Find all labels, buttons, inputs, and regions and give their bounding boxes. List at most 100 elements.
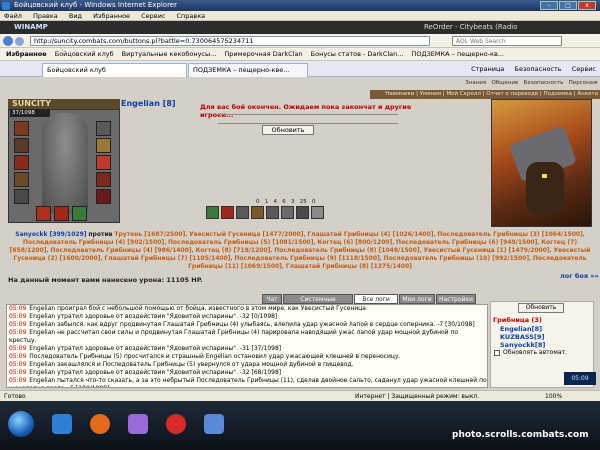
belt-slot[interactable] (14, 189, 29, 204)
action-icon[interactable] (311, 206, 324, 219)
enemy-name[interactable]: Когтец (6) [800/1200] (317, 239, 392, 246)
favorite-item[interactable]: Примерочная DarkClan (224, 48, 302, 61)
stat-value: 4 (273, 199, 278, 205)
link-scroll[interactable]: Мой Скролл (446, 91, 480, 97)
link-naemniki[interactable]: Наемники (385, 91, 414, 97)
helmet-slot[interactable] (14, 121, 29, 136)
menu-tools[interactable]: Сервис (141, 12, 165, 20)
start-button-icon[interactable] (8, 411, 34, 437)
app-taskbar-icon[interactable] (128, 414, 148, 434)
search-input[interactable]: AOL Web Search (452, 36, 562, 46)
security-menu[interactable]: Безопасность (515, 65, 562, 73)
tools-menu[interactable]: Сервис (572, 65, 596, 73)
log-text: Engelian забылся, как вдруг продвинутая … (29, 321, 475, 328)
tab-combats[interactable]: Бойцовский клуб (42, 63, 187, 77)
boots-slot[interactable] (96, 189, 111, 204)
action-icon[interactable] (296, 206, 309, 219)
link-obschenie[interactable]: Общение (491, 80, 518, 86)
favorite-item[interactable]: Бойцовский клуб (55, 48, 114, 61)
action-icon[interactable] (251, 206, 264, 219)
ring-slot[interactable] (96, 138, 111, 153)
fight-log-link[interactable]: лог боя »» (560, 272, 599, 280)
forward-icon[interactable] (15, 37, 24, 46)
log-text: Engelian пытался что-то сказать, а за эт… (9, 377, 487, 387)
log-text: Engelian закашлялся и Последователь Гриб… (29, 361, 354, 368)
earring-slot[interactable] (96, 121, 111, 136)
action-icon[interactable] (206, 206, 219, 219)
close-button[interactable]: x (578, 1, 596, 10)
tab-chat[interactable]: Чат (262, 294, 282, 304)
tab-podzemka[interactable]: ПОДЗЕМКА – пещерно-кве... (188, 63, 308, 77)
winamp-track: ReOrder - Citybeats (Radio (424, 23, 518, 31)
favorite-item[interactable]: Бонусы статов - DarkClan... (311, 48, 404, 61)
enemy-name[interactable]: Последователь Грибницы (5) [1081/1500] (168, 239, 313, 246)
enemy-name[interactable]: Последователь Грибницы (6) [949/1500] (396, 239, 537, 246)
armor-slot[interactable] (14, 172, 29, 187)
link-personazh[interactable]: Персонаж (569, 80, 598, 86)
favorites-button[interactable]: Избранное (6, 48, 47, 61)
minimize-button[interactable]: – (540, 1, 558, 10)
enemy-name[interactable]: Глашатай Грибницы (7) [1105/1400] (104, 255, 230, 262)
link-bezopasnost[interactable]: Безопасность (524, 80, 564, 86)
link-podzemka[interactable]: Подземка (544, 91, 572, 97)
back-icon[interactable] (3, 36, 13, 46)
menu-view[interactable]: Вид (69, 12, 82, 20)
item-slot[interactable] (54, 206, 69, 221)
character-silhouette (42, 113, 88, 213)
refresh-button[interactable]: Обновить (262, 125, 314, 135)
opera-taskbar-icon[interactable] (166, 414, 186, 434)
enemy-name[interactable]: Трутень [1687/2500] (114, 231, 185, 238)
enemy-name[interactable]: Когтец (8) [719/1200] (195, 247, 270, 254)
tab-settings[interactable]: Настройки (436, 294, 476, 304)
action-icon[interactable] (281, 206, 294, 219)
enemy-name[interactable]: Последователь Грибницы (3) [1064/1500] (437, 231, 582, 238)
creature-eye (542, 174, 547, 178)
firefox-taskbar-icon[interactable] (90, 414, 110, 434)
ie-taskbar-icon[interactable] (52, 414, 72, 434)
tab-system[interactable]: Системные сообщения (283, 294, 353, 313)
enemy-name[interactable]: Последователь Грибницы (9) [1118/1500] (234, 255, 379, 262)
group-member[interactable]: Sanyockk[8] (500, 341, 545, 349)
enemy-name[interactable]: Последователь Грибницы (4) [986/1400] (50, 247, 191, 254)
ally-name[interactable]: Sanyockk [399/1029] (15, 231, 86, 238)
amulet-slot[interactable] (14, 138, 29, 153)
gloves-slot[interactable] (96, 172, 111, 187)
group-member[interactable]: KUZBASS[9] (500, 333, 544, 341)
group-member[interactable]: Engelian[8] (500, 325, 542, 333)
checkbox-icon[interactable] (494, 349, 500, 356)
menu-file[interactable]: Файл (4, 12, 22, 20)
link-anketa[interactable]: Анкета (577, 91, 598, 97)
log-text: Engelian утратил здоровье от воздействия… (29, 369, 282, 376)
tab-my-logs[interactable]: Мои логи (399, 294, 435, 304)
item-slot[interactable] (36, 206, 51, 221)
action-icon[interactable] (266, 206, 279, 219)
weapon-slot[interactable] (14, 155, 29, 170)
enemy-name[interactable]: Последователь Грибницы (4) [902/1500] (23, 239, 164, 246)
page-menu[interactable]: Страница (471, 65, 504, 73)
menu-favorites[interactable]: Избранное (93, 12, 130, 20)
url-input[interactable]: http://suncity.combats.com/buttons.pl?ba… (30, 36, 430, 46)
item-slot[interactable] (72, 206, 87, 221)
player-name[interactable]: Engelian [8] (121, 99, 176, 109)
action-icon[interactable] (236, 206, 249, 219)
menu-help[interactable]: Справка (177, 12, 206, 20)
group-refresh-button[interactable]: Обновить (518, 303, 564, 313)
favorite-item[interactable]: ПОДЗЕМКА – пещерно-кв... (412, 48, 504, 61)
auto-update-toggle[interactable]: Обновлять автомат. (494, 349, 567, 357)
enemy-name[interactable]: Увесистый Гусеница (1) [1479/2000] (423, 247, 549, 254)
enemy-name[interactable]: Увесистый Гусеница [1477/2000] (189, 231, 303, 238)
link-umeniya[interactable]: Умения (420, 91, 441, 97)
app-taskbar-icon[interactable] (204, 414, 224, 434)
action-icon[interactable] (221, 206, 234, 219)
link-transfer[interactable]: Отчет о переводе (486, 91, 538, 97)
menu-edit[interactable]: Правка (33, 12, 58, 20)
favorite-item[interactable]: Виртуальные кекобонусы... (122, 48, 217, 61)
shield-slot[interactable] (96, 155, 111, 170)
link-znaniya[interactable]: Знания (465, 80, 486, 86)
maximize-button[interactable]: □ (559, 1, 577, 10)
enemy-name[interactable]: Глашатай Грибницы (4) [1026/1400] (307, 231, 433, 238)
enemy-name[interactable]: Глашатай Грибницы (8) [1375/1400] (286, 263, 412, 270)
tab-all-logs[interactable]: Все логи (354, 294, 398, 304)
enemy-name[interactable]: Последователь Грибницы (8) [1048/1500] (274, 247, 419, 254)
enemy-name[interactable]: Последователь Грибницы (10) [992/1500] (384, 255, 529, 262)
